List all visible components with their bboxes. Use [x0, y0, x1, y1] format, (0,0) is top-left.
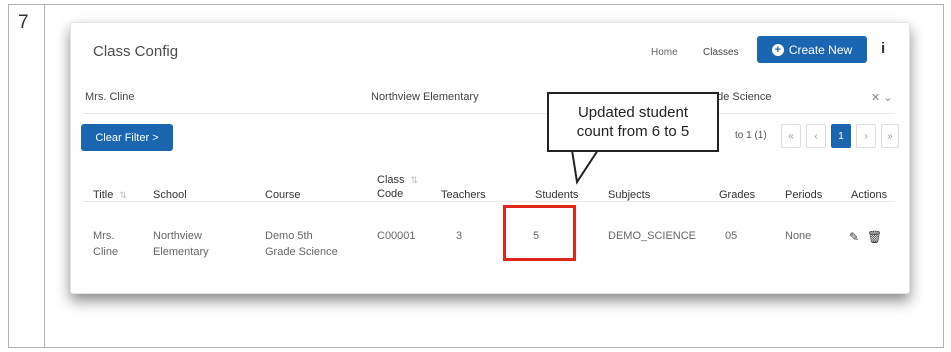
cell-subjects: DEMO_SCIENCE: [608, 230, 697, 242]
column-header-students[interactable]: Students: [535, 188, 578, 202]
clear-filter-button[interactable]: Clear Filter >: [81, 124, 173, 151]
page-last-button[interactable]: »: [881, 124, 899, 148]
plus-circle-icon: +: [771, 43, 784, 56]
cell-grades: 05: [725, 230, 738, 242]
class-config-panel: Class Config Home Classes + Create New i…: [70, 22, 910, 294]
cell-teachers: 3: [456, 230, 463, 242]
cell-course: Demo 5th Grade Science: [265, 230, 338, 258]
column-header-school[interactable]: School: [153, 188, 187, 202]
column-header-periods[interactable]: Periods: [785, 188, 822, 202]
page-next-button[interactable]: ›: [856, 124, 876, 148]
breadcrumb-classes-link[interactable]: Classes: [703, 47, 739, 58]
column-header-subjects[interactable]: Subjects: [608, 188, 650, 202]
sort-icon: ⇅: [410, 175, 419, 185]
info-icon[interactable]: i: [881, 40, 885, 57]
edit-icon[interactable]: ✎: [849, 230, 859, 244]
column-header-grades[interactable]: Grades: [719, 188, 755, 202]
cell-title: Mrs. Cline: [93, 230, 119, 258]
cell-school: Northview Elementary: [153, 230, 209, 258]
step-number: 7: [18, 12, 29, 33]
page-title: Class Config: [93, 43, 179, 60]
school-filter[interactable]: Northview Elementary: [371, 91, 479, 103]
cell-periods: None: [785, 230, 812, 242]
annotation-line-2: count from 6 to 5: [576, 123, 690, 140]
filter-divider: [83, 113, 895, 114]
column-header-actions: Actions: [851, 189, 888, 201]
students-cell-highlight: [503, 205, 576, 261]
annotation-line-1: Updated student: [577, 104, 689, 121]
annotation-callout: Updated student count from 6 to 5: [547, 92, 719, 152]
step-divider: [44, 4, 45, 348]
column-header-course[interactable]: Course: [265, 188, 300, 202]
column-header-class-code[interactable]: Class ⇅ Code: [377, 173, 418, 201]
cell-class-code: C00001: [377, 230, 416, 242]
column-header-title[interactable]: Title ⇅: [93, 188, 127, 202]
table-header-divider: [83, 201, 895, 202]
filter-clear-icon[interactable]: ✕ ⌄: [871, 91, 893, 104]
create-new-label: Create New: [788, 42, 853, 57]
pagination-info: to 1 (1): [735, 130, 767, 141]
teacher-filter[interactable]: Mrs. Cline: [85, 91, 135, 103]
column-header-teachers[interactable]: Teachers: [441, 188, 486, 202]
page-first-button[interactable]: «: [781, 124, 801, 148]
breadcrumb-home-link[interactable]: Home: [651, 47, 678, 58]
create-new-button[interactable]: + Create New: [757, 36, 867, 63]
page-prev-button[interactable]: ‹: [806, 124, 826, 148]
course-filter[interactable]: ade Science: [711, 91, 772, 103]
page-1-button[interactable]: 1: [831, 124, 851, 148]
sort-icon: ⇅: [119, 190, 127, 200]
trash-icon[interactable]: 🗑: [867, 230, 882, 244]
